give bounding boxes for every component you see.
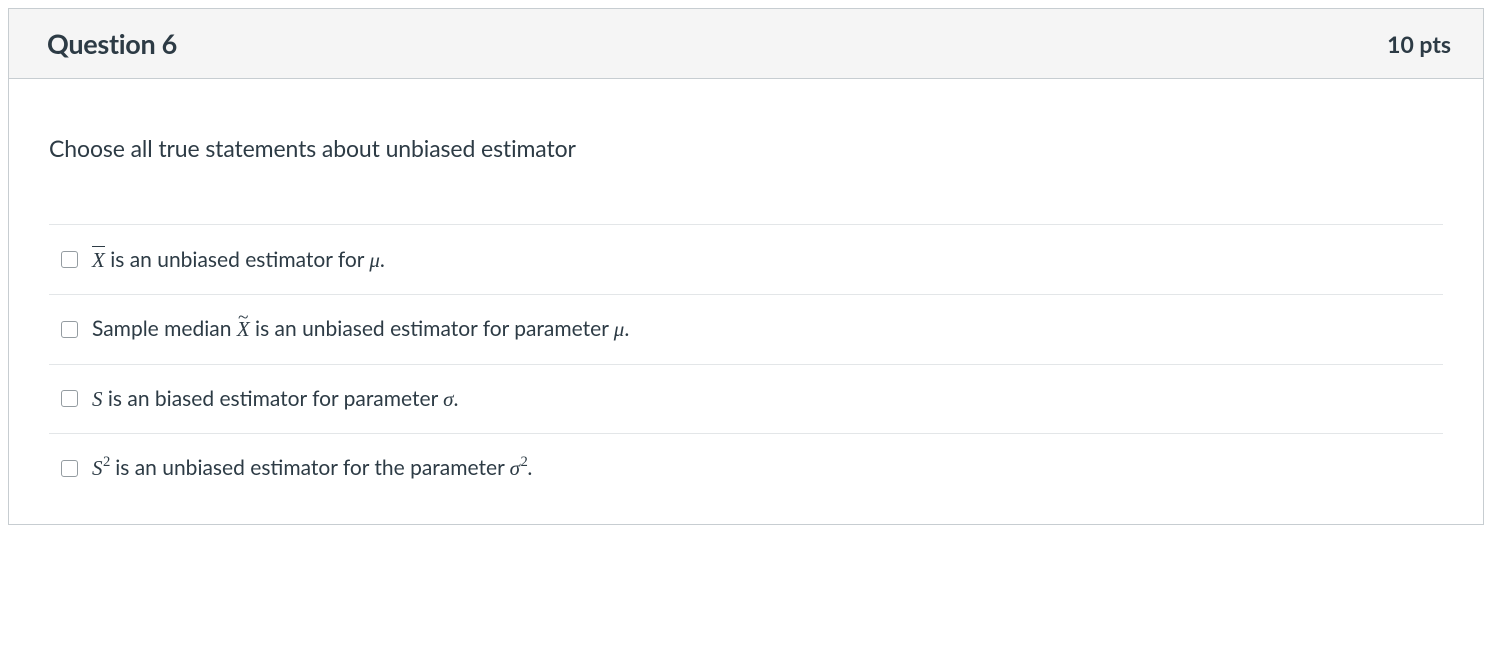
- answer-option: X is an unbiased estimator for μ.: [49, 225, 1443, 295]
- answer-label[interactable]: S is an biased estimator for parameter σ…: [92, 385, 459, 413]
- answer-label[interactable]: X is an unbiased estimator for μ.: [92, 245, 385, 274]
- answer-option: Sample median X is an unbiased estimator…: [49, 295, 1443, 364]
- question-title: Question 6: [47, 27, 177, 60]
- answer-option: S is an biased estimator for parameter σ…: [49, 365, 1443, 434]
- answer-label[interactable]: Sample median X is an unbiased estimator…: [92, 315, 629, 343]
- question-body: Choose all true statements about unbiase…: [9, 79, 1483, 524]
- answer-checkbox[interactable]: [61, 390, 78, 407]
- answer-label[interactable]: S2 is an unbiased estimator for the para…: [92, 454, 532, 482]
- answer-option: S2 is an unbiased estimator for the para…: [49, 434, 1443, 502]
- question-points: 10 pts: [1387, 30, 1451, 58]
- question-header: Question 6 10 pts: [9, 9, 1483, 79]
- question-card: Question 6 10 pts Choose all true statem…: [8, 8, 1484, 525]
- answer-checkbox[interactable]: [61, 321, 78, 338]
- question-prompt: Choose all true statements about unbiase…: [49, 134, 1443, 162]
- answer-checkbox[interactable]: [61, 460, 78, 477]
- answer-checkbox[interactable]: [61, 251, 78, 268]
- answers-list: X is an unbiased estimator for μ. Sample…: [49, 224, 1443, 502]
